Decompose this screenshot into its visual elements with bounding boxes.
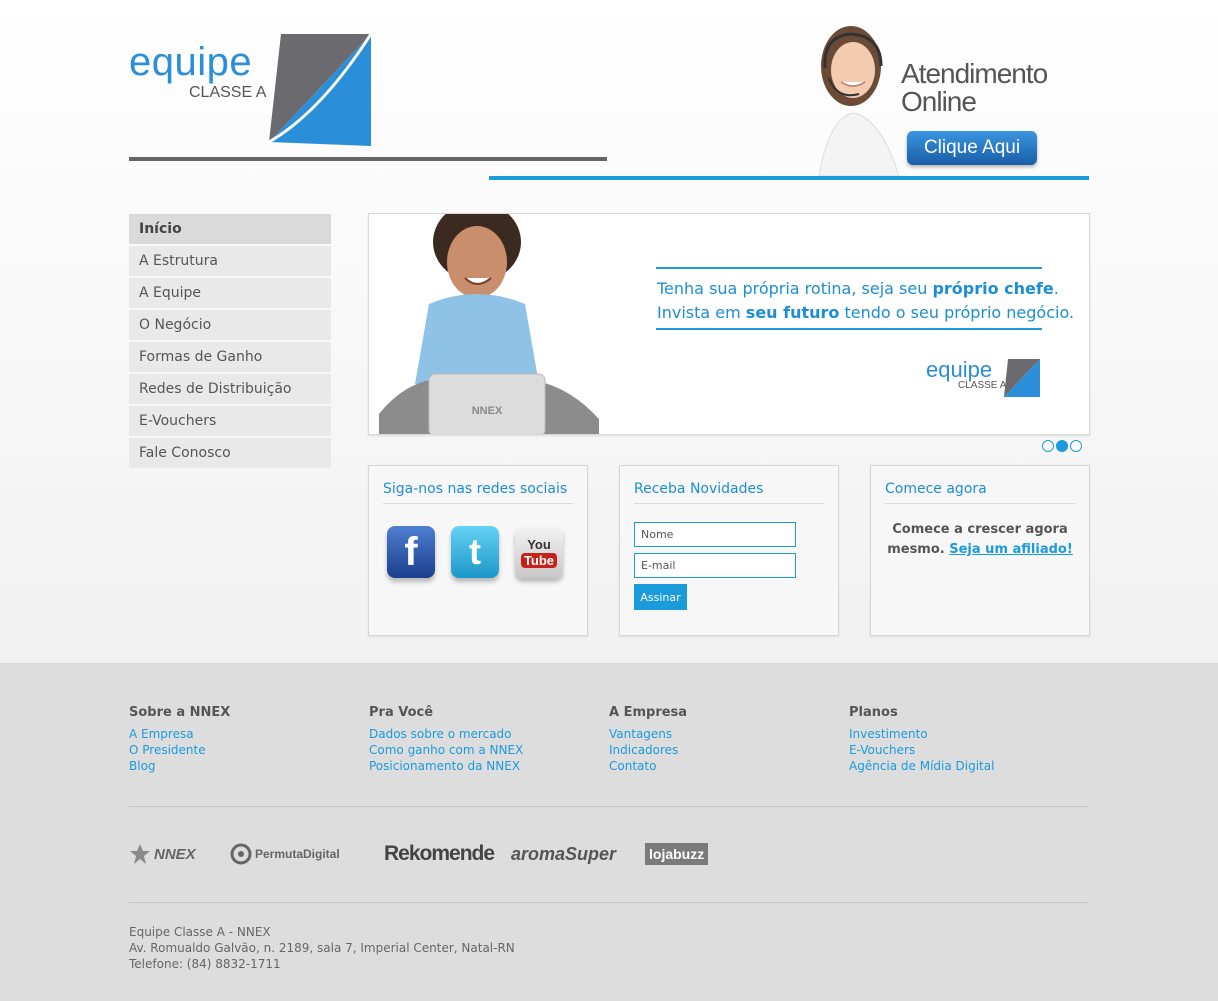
footer-link[interactable]: Blog (129, 758, 359, 774)
nav-item-negocio[interactable]: O Negócio (129, 310, 331, 340)
newsletter-widget: Receba Novidades Assinar (619, 465, 839, 636)
slider-dot-2[interactable] (1056, 440, 1068, 452)
start-text: Comece a crescer agora mesmo. Seja um af… (883, 520, 1077, 560)
footer-link[interactable]: O Presidente (129, 742, 359, 758)
headline-line-1-text: Tenha sua própria rotina, seja seu (657, 279, 933, 298)
footer-col-planos: Planos Investimento E-Vouchers Agência d… (849, 705, 1079, 774)
footer-link[interactable]: Dados sobre o mercado (369, 726, 599, 742)
partner-logo-nnex[interactable]: NNEX (129, 840, 196, 868)
youtube-tube-text: Tube (520, 552, 558, 568)
partner-name: NNEX (154, 845, 196, 863)
headline-line-2-end: tendo o seu próprio negócio. (839, 303, 1075, 322)
nav-item-equipe[interactable]: A Equipe (129, 278, 331, 308)
address-line: Telefone: (84) 8832-1711 (129, 957, 281, 971)
headline-line-2-bold: seu futuro (745, 303, 840, 322)
hero-headline: Tenha sua própria rotina, seja seu própr… (657, 277, 1074, 325)
logo-underline (129, 157, 607, 161)
footer-col-pra-voce: Pra Você Dados sobre o mercado Como ganh… (369, 705, 599, 774)
twitter-icon[interactable]: t (451, 526, 499, 578)
logo-word: equipe (129, 40, 253, 84)
headline-line-1: Tenha sua própria rotina, seja seu própr… (657, 277, 1074, 301)
facebook-icon[interactable]: f (387, 526, 435, 578)
online-cta-button[interactable]: Clique Aqui (907, 131, 1037, 165)
footer-link[interactable]: Investimento (849, 726, 1079, 742)
headline-line-2-text: Invista em (657, 303, 746, 322)
newsletter-widget-title: Receba Novidades (634, 481, 824, 504)
laptop-brand-label: NNEX (472, 405, 503, 417)
partner-logo-aromasuper[interactable]: aromaSuper (511, 840, 616, 868)
man-with-laptop-image: NNEX (379, 214, 599, 434)
footer-link[interactable]: A Empresa (129, 726, 359, 742)
slider-logo-mark-icon (1004, 359, 1040, 397)
partner-name: Rekomende (384, 842, 495, 865)
footer-col-title: Sobre a NNEX (129, 705, 231, 720)
headline-rule-top (656, 267, 1042, 269)
nav-item-redes-de-distribuicao[interactable]: Redes de Distribuição (129, 374, 331, 404)
nav-item-inicio[interactable]: Início (129, 214, 331, 244)
online-support-banner[interactable]: Atendimento Online Clique Aqui (789, 8, 1089, 176)
permuta-gear-icon (230, 843, 252, 865)
footer-link[interactable]: E-Vouchers (849, 742, 1079, 758)
youtube-you-text: You (527, 536, 551, 552)
slider-dot-1[interactable] (1042, 440, 1054, 452)
partner-logo-rekomende[interactable]: Rekomende (384, 840, 495, 868)
headline-line-1-bold: próprio chefe (932, 279, 1054, 298)
footer-address: Equipe Classe A - NNEX Av. Romualdo Galv… (129, 924, 515, 972)
headline-line-1-end: . (1053, 279, 1059, 298)
banner-heading: Atendimento Online (901, 58, 1048, 117)
footer-link[interactable]: Agência de Mídia Digital (849, 758, 1079, 774)
logo-mark-icon (268, 33, 373, 146)
subscribe-button[interactable]: Assinar (634, 584, 687, 610)
support-agent-image (818, 26, 900, 176)
footer-col-empresa: A Empresa Vantagens Indicadores Contato (609, 705, 839, 774)
main-nav: Início A Estrutura A Equipe O Negócio Fo… (129, 214, 331, 470)
social-icons: f t You Tube (387, 526, 587, 578)
start-widget-title: Comece agora (885, 481, 1075, 504)
header-rule (489, 176, 1089, 180)
footer-link[interactable]: Indicadores (609, 742, 839, 758)
nav-item-estrutura[interactable]: A Estrutura (129, 246, 331, 276)
footer-link[interactable]: Vantagens (609, 726, 839, 742)
footer-col-title: A Empresa (609, 705, 688, 720)
slider-dot-3[interactable] (1070, 440, 1082, 452)
footer-col-title: Pra Você (369, 705, 434, 720)
address-line: Av. Romualdo Galvão, n. 2189, sala 7, Im… (129, 941, 515, 955)
site-logo[interactable]: equipe CLASSE A (129, 30, 379, 150)
start-now-widget: Comece agora Comece a crescer agora mesm… (870, 465, 1090, 636)
partner-logo-permuta[interactable]: PermutaDigital (230, 840, 340, 868)
partner-name: lojabuzz (645, 843, 709, 865)
nav-item-fale-conosco[interactable]: Fale Conosco (129, 438, 331, 468)
partner-name: PermutaDigital (255, 847, 340, 861)
partner-name: aromaSuper (511, 843, 617, 864)
banner-line-1: Atendimento (901, 58, 1048, 89)
footer-link[interactable]: Posicionamento da NNEX (369, 758, 599, 774)
nav-item-e-vouchers[interactable]: E-Vouchers (129, 406, 331, 436)
name-input[interactable] (634, 522, 796, 547)
footer-divider (129, 806, 1089, 807)
social-widget: Siga-nos nas redes sociais f t You Tube (368, 465, 588, 636)
headline-rule-bottom (656, 328, 1042, 330)
affiliate-link[interactable]: Seja um afiliado! (949, 542, 1073, 557)
headline-line-2: Invista em seu futuro tendo o seu própri… (657, 301, 1074, 325)
youtube-icon[interactable]: You Tube (515, 526, 563, 578)
slider-logo: equipe CLASSE A (926, 357, 1046, 402)
nnex-star-icon (130, 844, 150, 864)
address-line: Equipe Classe A - NNEX (129, 925, 271, 939)
footer-col-title: Planos (849, 705, 898, 720)
slider-pagination (1042, 440, 1082, 452)
footer-divider (129, 902, 1089, 903)
footer-link[interactable]: Contato (609, 758, 839, 774)
newsletter-form: Assinar (634, 522, 838, 610)
social-widget-title: Siga-nos nas redes sociais (383, 481, 573, 504)
email-input[interactable] (634, 553, 796, 578)
footer-col-sobre: Sobre a NNEX A Empresa O Presidente Blog (129, 705, 359, 774)
nav-item-formas-de-ganho[interactable]: Formas de Ganho (129, 342, 331, 372)
hero-slider[interactable]: NNEX Tenha sua própria rotina, seja seu … (368, 213, 1090, 435)
logo-subtitle: CLASSE A (189, 84, 267, 101)
slider-logo-subtitle: CLASSE A (958, 380, 1007, 391)
banner-line-2: Online (901, 86, 977, 117)
partner-logo-lojabuzz[interactable]: lojabuzz (645, 840, 709, 868)
footer-link[interactable]: Como ganho com a NNEX (369, 742, 599, 758)
